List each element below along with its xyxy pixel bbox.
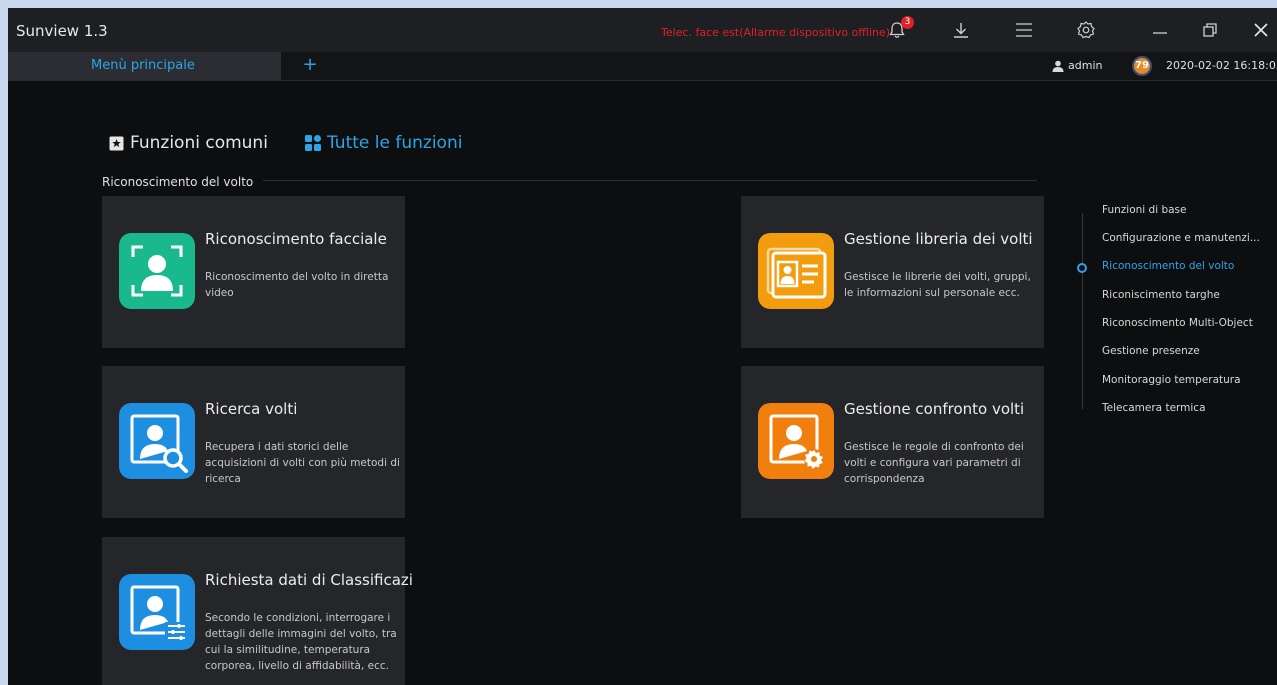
username: admin [1068, 59, 1103, 72]
sidenav-track [1082, 213, 1083, 409]
nav-item-thermal-camera[interactable]: Telecamera termica [1102, 402, 1206, 414]
settings-button[interactable] [1074, 18, 1098, 42]
restore-icon [1203, 23, 1217, 37]
tab-main-menu[interactable]: Menù principale [8, 52, 281, 80]
face-settings-icon [758, 403, 834, 479]
add-tab-button[interactable]: + [300, 55, 320, 75]
restore-button[interactable] [1198, 18, 1222, 42]
card-face-recognition[interactable]: Riconoscimento facciale Riconoscimento d… [102, 196, 405, 348]
minimize-button[interactable] [1148, 18, 1172, 42]
close-icon [1254, 23, 1268, 37]
tab-all-functions[interactable]: Tutte le funzioni [305, 133, 462, 153]
grid-icon [305, 135, 321, 151]
tab-common-functions[interactable]: Funzioni comuni [109, 133, 268, 153]
star-box-icon [109, 136, 124, 150]
section-divider [263, 180, 1037, 181]
card-face-compare[interactable]: Gestione confronto volti Gestisce le reg… [741, 366, 1044, 518]
user-icon [1052, 60, 1064, 72]
nav-active-indicator [1077, 263, 1087, 273]
card-face-library[interactable]: Gestione libreria dei volti Gestisce le … [741, 196, 1044, 348]
gear-icon [1077, 21, 1095, 39]
card-title: Gestione confronto volti [844, 400, 1025, 418]
section-title: Riconoscimento del volto [102, 175, 254, 189]
nav-item-face-recognition[interactable]: Riconoscimento del volto [1102, 260, 1234, 272]
card-description: Gestisce le librerie dei volti, gruppi, … [844, 271, 1031, 299]
notification-count-badge: 3 [901, 16, 914, 29]
card-title: Riconoscimento facciale [205, 230, 387, 248]
card-description: Gestisce le regole di confronto dei volt… [844, 441, 1024, 485]
hamburger-icon [1016, 23, 1032, 37]
card-classification-query[interactable]: Richiesta dati di Classificazi Secondo l… [102, 537, 413, 685]
tab-common-label: Funzioni comuni [130, 133, 268, 153]
nav-item-multi-object[interactable]: Riconoscimento Multi-Object [1102, 317, 1253, 329]
menu-button[interactable] [1012, 18, 1036, 42]
card-description: Riconoscimento del volto in diretta vide… [205, 271, 389, 299]
nav-item-temperature-monitoring[interactable]: Monitoraggio temperatura [1102, 374, 1241, 386]
face-search-icon [119, 403, 195, 479]
id-card-icon [758, 233, 834, 309]
card-title: Richiesta dati di Classificazi [205, 571, 413, 589]
card-description: Recupera i dati storici delle acquisizio… [205, 441, 400, 485]
notification-bell-button[interactable]: 3 [885, 16, 914, 42]
card-face-search[interactable]: Ricerca volti Recupera i dati storici de… [102, 366, 405, 518]
tab-bar: Menù principale + admin 79 2020-02-02 16… [8, 52, 1277, 81]
alarm-message[interactable]: Telec. face est(Allarme dispositivo offl… [661, 26, 890, 39]
app-title: Sunview 1.3 [16, 22, 108, 40]
temperature-badge: 79 [1132, 56, 1152, 76]
download-button[interactable] [949, 18, 973, 42]
close-button[interactable] [1249, 18, 1273, 42]
nav-item-basic-functions[interactable]: Funzioni di base [1102, 204, 1187, 216]
card-title: Gestione libreria dei volti [844, 230, 1033, 248]
nav-item-plate-recognition[interactable]: Riconiscimento targhe [1102, 289, 1220, 301]
title-bar: Sunview 1.3 Telec. face est(Allarme disp… [8, 8, 1277, 52]
minimize-icon [1153, 32, 1167, 34]
card-description: Secondo le condizioni, interrogare i det… [205, 612, 397, 672]
main-window: Sunview 1.3 Telec. face est(Allarme disp… [8, 8, 1277, 685]
clock: 2020-02-02 16:18:03 [1166, 59, 1277, 72]
face-scan-icon [119, 233, 195, 309]
download-icon [954, 23, 968, 38]
face-filter-icon [119, 574, 195, 650]
user-info[interactable]: admin [1052, 59, 1102, 72]
card-title: Ricerca volti [205, 400, 298, 418]
nav-item-configuration[interactable]: Configurazione e manutenzi... [1102, 232, 1260, 244]
tab-all-label: Tutte le funzioni [327, 133, 463, 153]
nav-item-attendance[interactable]: Gestione presenze [1102, 345, 1200, 357]
